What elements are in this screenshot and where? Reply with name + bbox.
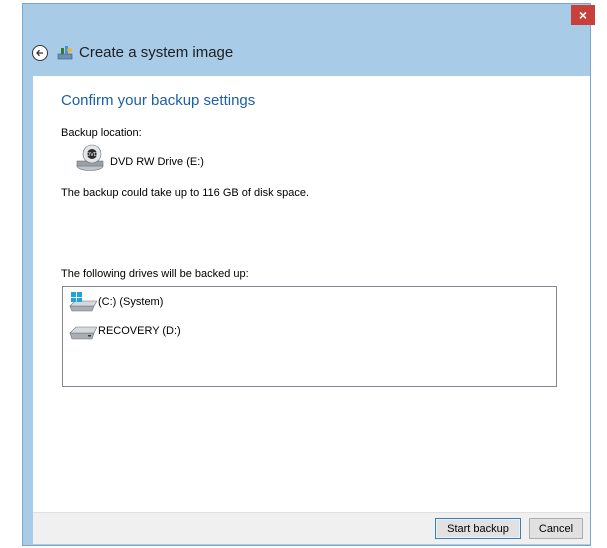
start-backup-button[interactable]: Start backup xyxy=(435,518,521,539)
dialog-window: × Create a system image Confirm your bac… xyxy=(22,3,595,546)
drives-list[interactable]: (C:) (System) RECOVERY (D:) xyxy=(62,286,557,387)
disk-space-note: The backup could take up to 116 GB of di… xyxy=(61,187,310,199)
backup-location-value: DVD RW Drive (E:) xyxy=(110,156,204,168)
system-drive-icon xyxy=(69,292,97,312)
backup-location-label: Backup location: xyxy=(61,127,142,139)
close-button[interactable]: × xyxy=(571,5,595,25)
page-heading: Confirm your backup settings xyxy=(61,92,256,109)
drives-list-label: The following drives will be backed up: xyxy=(61,268,249,280)
button-bar: Start backup Cancel xyxy=(33,512,590,544)
svg-text:DVD: DVD xyxy=(86,152,97,158)
backup-app-icon xyxy=(57,46,73,60)
cancel-button[interactable]: Cancel xyxy=(529,518,583,539)
close-icon: × xyxy=(578,7,588,23)
hard-drive-icon xyxy=(69,326,97,340)
window-title: Create a system image xyxy=(79,44,234,61)
dvd-drive-icon: DVD xyxy=(76,144,104,171)
title-bar: Create a system image xyxy=(23,36,590,70)
back-arrow-icon xyxy=(36,49,43,57)
content-pane: Confirm your backup settings Backup loca… xyxy=(33,76,590,534)
drive-label: RECOVERY (D:) xyxy=(98,325,181,337)
back-button[interactable] xyxy=(32,45,48,61)
drive-label: (C:) (System) xyxy=(98,296,164,308)
